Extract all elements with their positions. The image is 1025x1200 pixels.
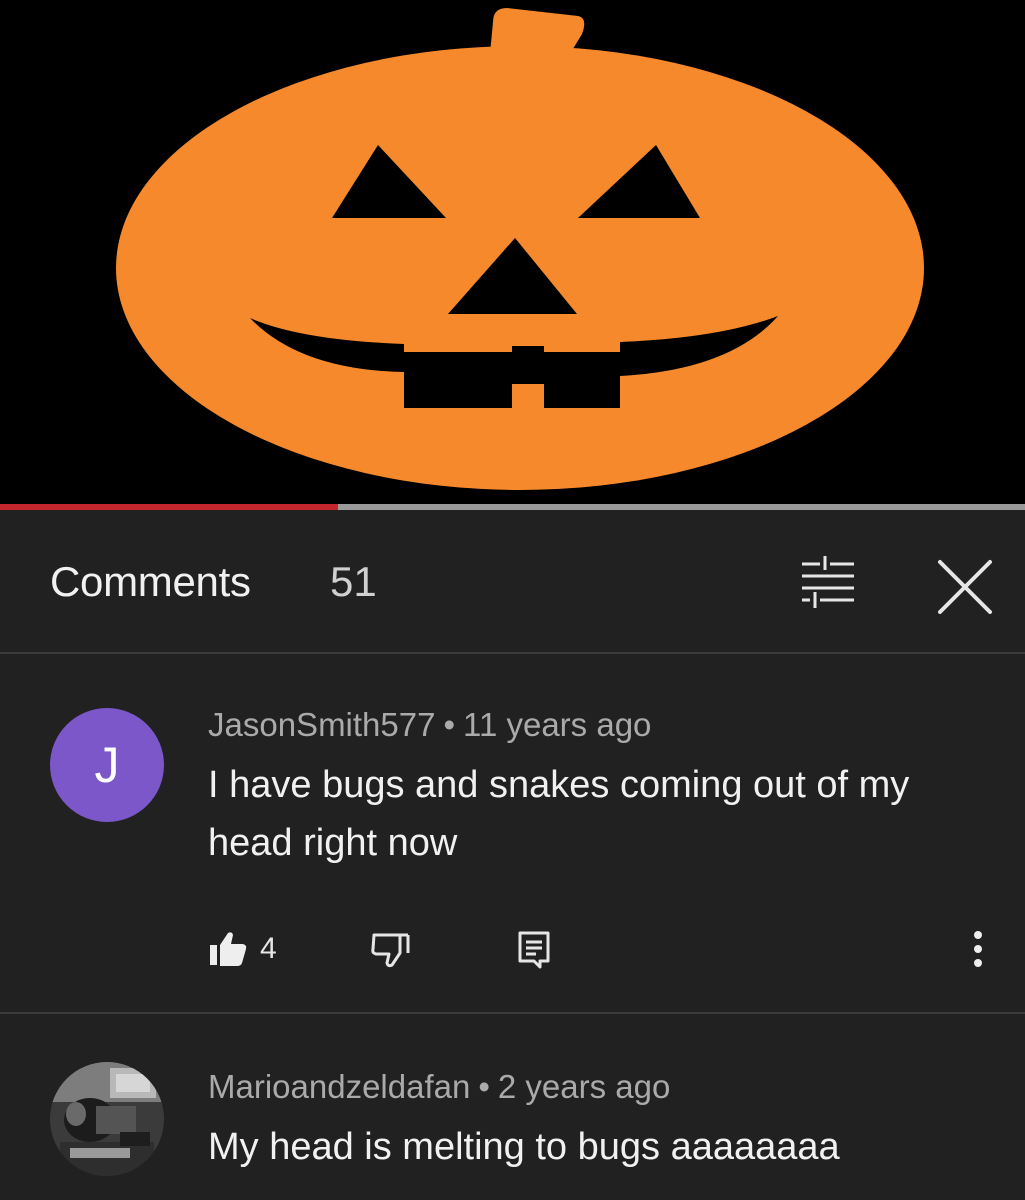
reply-button[interactable] <box>516 924 552 974</box>
like-count: 4 <box>260 932 277 965</box>
sort-filter-icon <box>802 556 854 608</box>
comments-title: Comments <box>50 558 251 605</box>
meta-separator: • <box>478 1068 490 1105</box>
comment-text: I have bugs and snakes coming out of my … <box>208 764 910 864</box>
sort-button[interactable] <box>796 552 860 614</box>
comment-item: Marioandzeldafan • 2 years ago My head is … <box>0 1014 1025 1200</box>
comment-author[interactable]: JasonSmith577 <box>208 706 435 743</box>
thumbs-up-icon <box>210 932 247 966</box>
comment-time: 2 years ago <box>497 1068 671 1105</box>
comment-meta: JasonSmith577 • 11 years ago <box>208 706 651 744</box>
jack-o-lantern-image <box>0 0 1025 506</box>
more-vertical-icon <box>974 931 982 967</box>
profile-photo <box>50 1062 164 1176</box>
thumbs-down-icon <box>371 933 410 968</box>
comment-text: My head is melting to bugs aaaaaaaa <box>208 1126 840 1168</box>
comments-header: Comments 51 <box>0 510 1025 650</box>
like-button[interactable]: 4 <box>208 924 277 974</box>
avatar[interactable]: J <box>50 708 164 822</box>
comment-author[interactable]: Marioandzeldafan <box>208 1068 470 1105</box>
comments-count: 51 <box>330 558 377 605</box>
comment-meta: Marioandzeldafan • 2 years ago <box>208 1068 670 1106</box>
close-icon <box>938 560 992 614</box>
meta-separator: • <box>443 706 456 743</box>
avatar-letter: J <box>50 708 164 822</box>
dislike-button[interactable] <box>368 924 412 974</box>
comments-panel: Comments 51 J JasonSmith577 • 11 years a… <box>0 510 1025 1200</box>
avatar[interactable] <box>50 1062 164 1176</box>
comment-time: 11 years ago <box>463 706 652 743</box>
video-player[interactable] <box>0 0 1025 506</box>
comment-item: J JasonSmith577 • 11 years ago I have bugs… <box>0 654 1025 1008</box>
comment-actions: 4 <box>208 924 998 974</box>
reply-icon <box>518 931 550 969</box>
more-options-button[interactable] <box>968 924 988 974</box>
close-button[interactable] <box>928 556 1000 620</box>
